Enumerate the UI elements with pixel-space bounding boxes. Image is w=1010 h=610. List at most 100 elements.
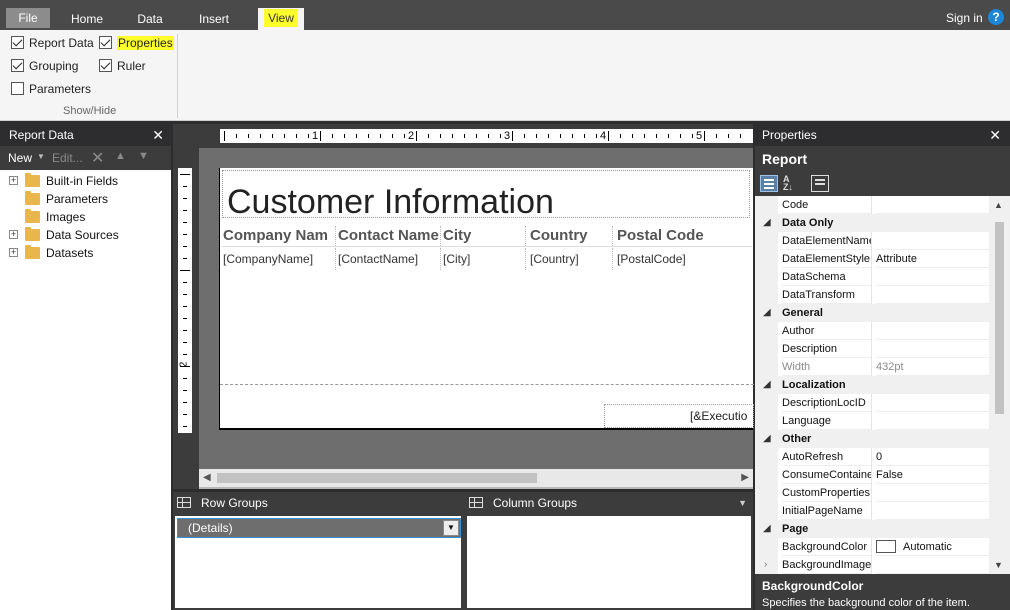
property-pages-icon[interactable]	[811, 175, 829, 192]
property-row[interactable]: Author	[755, 322, 989, 340]
alphabetical-sort-icon[interactable]: A Z↓	[783, 175, 801, 192]
property-value[interactable]: Automatic	[876, 538, 989, 556]
tab-file[interactable]: File	[6, 8, 50, 28]
footer-textbox[interactable]: [&Executio	[604, 404, 754, 428]
collapse-icon[interactable]: ◢	[763, 520, 771, 538]
grouping-checkbox[interactable]: Grouping	[11, 58, 78, 74]
scrollbar-thumb[interactable]	[995, 222, 1004, 414]
property-row[interactable]: ConsumeContainerWhitespaceFalse	[755, 466, 989, 484]
property-row[interactable]: CustomProperties	[755, 484, 989, 502]
property-row[interactable]: Code	[755, 196, 989, 214]
property-row[interactable]: DataElementStyle Attribute	[755, 250, 989, 268]
property-row[interactable]: InitialPageName	[755, 502, 989, 520]
move-down-icon[interactable]: ▼	[138, 150, 149, 162]
property-row[interactable]: DataSchema	[755, 268, 989, 286]
checkbox-box[interactable]	[11, 59, 24, 73]
property-value[interactable]	[876, 502, 989, 520]
collapse-icon[interactable]: ◢	[763, 430, 771, 448]
table-data-cell[interactable]: [ContactName]	[337, 248, 441, 270]
property-row[interactable]: Language	[755, 412, 989, 430]
property-row[interactable]: › BackgroundImage	[755, 556, 989, 574]
property-row[interactable]: DescriptionLocID	[755, 394, 989, 412]
categorized-icon[interactable]	[760, 175, 778, 192]
chevron-down-icon[interactable]: ▼	[738, 492, 747, 514]
table-header-cell[interactable]: Postal Code	[616, 226, 750, 246]
table-data-cell[interactable]: [PostalCode]	[616, 248, 750, 270]
property-row[interactable]: DataTransform	[755, 286, 989, 304]
new-button[interactable]: New	[8, 151, 32, 165]
property-value[interactable]: 432pt	[876, 358, 989, 376]
parameters-checkbox[interactable]: Parameters	[11, 81, 91, 97]
move-up-icon[interactable]: ▲	[115, 150, 126, 162]
chevron-down-icon[interactable]: ▼	[37, 152, 45, 161]
property-row[interactable]: BackgroundColor Automatic	[755, 538, 989, 556]
report-data-checkbox[interactable]: Report Data	[11, 35, 94, 51]
property-row[interactable]: DataElementName	[755, 232, 989, 250]
expand-icon[interactable]: +	[9, 248, 18, 257]
property-value[interactable]	[876, 412, 989, 430]
property-category[interactable]: ◢ General	[755, 304, 989, 322]
table-data-cell[interactable]: [Country]	[529, 248, 613, 270]
tree-item-built-in-fields[interactable]: + Built-in Fields	[0, 172, 171, 190]
property-value[interactable]: Attribute	[876, 250, 989, 268]
scrollbar-thumb[interactable]	[217, 473, 537, 483]
property-category[interactable]: ◢ Page	[755, 520, 989, 538]
tree-item-data-sources[interactable]: + Data Sources	[0, 226, 171, 244]
report-page[interactable]: Customer Information Company Nam Contact…	[219, 168, 754, 430]
property-category[interactable]: ◢ Data Only	[755, 214, 989, 232]
chevron-right-icon[interactable]: ›	[764, 556, 767, 574]
table-data-cell[interactable]: [City]	[442, 248, 526, 270]
scroll-up-icon[interactable]: ▲	[994, 200, 1003, 210]
property-value[interactable]	[876, 484, 989, 502]
table-header-cell[interactable]: City	[442, 226, 526, 246]
tree-item-images[interactable]: Images	[0, 208, 171, 226]
property-value[interactable]	[876, 196, 989, 214]
table-header-cell[interactable]: Company Nam	[222, 226, 336, 246]
property-category[interactable]: ◢ Other	[755, 430, 989, 448]
tree-item-parameters[interactable]: Parameters	[0, 190, 171, 208]
checkbox-box[interactable]	[99, 59, 112, 73]
property-value[interactable]: False	[876, 466, 989, 484]
checkbox-box[interactable]	[11, 36, 24, 50]
property-row[interactable]: AutoRefresh 0	[755, 448, 989, 466]
property-value[interactable]	[876, 340, 989, 358]
collapse-icon[interactable]: ◢	[763, 376, 771, 394]
scroll-left-icon[interactable]: ◀	[203, 472, 211, 483]
expand-icon[interactable]: +	[9, 230, 18, 239]
help-icon[interactable]: ?	[988, 9, 1004, 25]
checkbox-box[interactable]	[11, 82, 24, 96]
collapse-icon[interactable]: ◢	[763, 214, 771, 232]
property-value[interactable]	[876, 286, 989, 304]
property-row[interactable]: Description	[755, 340, 989, 358]
tree-item-datasets[interactable]: + Datasets	[0, 244, 171, 262]
collapse-icon[interactable]: ◢	[763, 304, 771, 322]
property-value[interactable]	[876, 322, 989, 340]
property-row[interactable]: Width 432pt	[755, 358, 989, 376]
delete-icon[interactable]: ✕	[91, 148, 104, 168]
property-value[interactable]: 0	[876, 448, 989, 466]
scroll-down-icon[interactable]: ▼	[994, 560, 1003, 570]
property-value[interactable]	[876, 556, 989, 574]
table-data-cell[interactable]: [CompanyName]	[222, 248, 336, 270]
property-value[interactable]	[876, 268, 989, 286]
property-value[interactable]	[876, 232, 989, 250]
close-icon[interactable]: ✕	[989, 124, 1001, 146]
scroll-right-icon[interactable]: ▶	[741, 472, 749, 483]
tab-insert[interactable]: Insert	[198, 9, 230, 29]
tab-view[interactable]: View	[258, 8, 304, 30]
expand-icon[interactable]: +	[9, 176, 18, 185]
checkbox-box[interactable]	[99, 36, 112, 50]
properties-checkbox[interactable]: Properties	[99, 35, 174, 51]
title-textbox[interactable]: Customer Information	[222, 170, 750, 221]
vertical-scrollbar[interactable]: ▲ ▼	[989, 196, 1010, 574]
property-category[interactable]: ◢ Localization	[755, 376, 989, 394]
sign-in-link[interactable]: Sign in	[946, 9, 983, 27]
table-header-cell[interactable]: Contact Name	[337, 226, 441, 246]
color-swatch[interactable]	[876, 539, 896, 553]
dropdown-arrow-icon[interactable]: ▼	[443, 520, 459, 536]
row-group-details[interactable]: (Details) ▼	[177, 518, 461, 538]
property-value[interactable]	[876, 394, 989, 412]
table-header-cell[interactable]: Country	[529, 226, 613, 246]
edit-button[interactable]: Edit...	[52, 151, 83, 165]
close-icon[interactable]: ✕	[152, 124, 164, 146]
